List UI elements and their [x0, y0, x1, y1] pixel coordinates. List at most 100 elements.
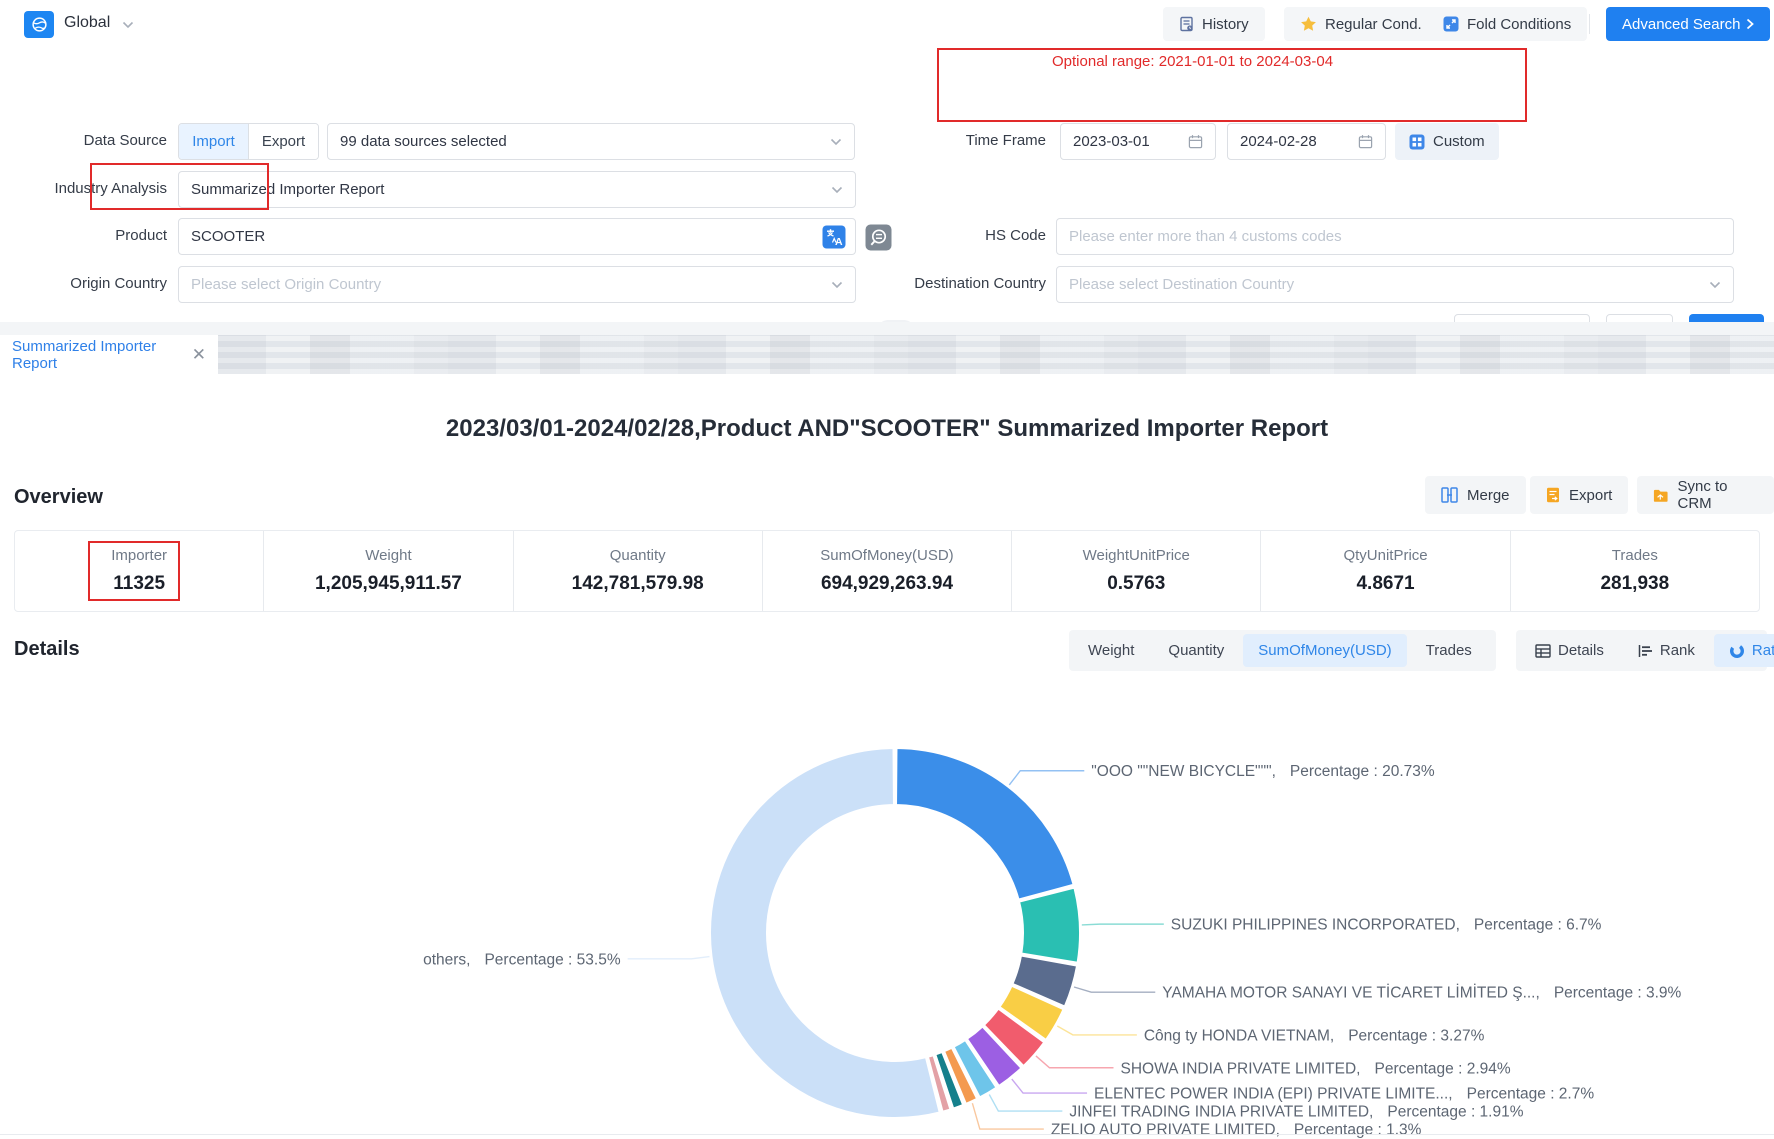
slice-label: others,Percentage : 53.5% — [423, 951, 621, 968]
industry-analysis-select[interactable]: Summarized Importer Report — [178, 171, 856, 208]
stat-label: Importer — [111, 547, 167, 564]
stat-value: 142,781,579.98 — [572, 573, 704, 595]
tab-title: Summarized Importer Report — [12, 338, 182, 372]
region-selector[interactable]: Global — [64, 14, 110, 32]
view-tab-group: Details Rank Ratio — [1516, 630, 1767, 671]
stat-value: 11325 — [113, 573, 165, 595]
slice-label: YAMAHA MOTOR SANAYI VE TİCARET LİMİTED Ş… — [1162, 984, 1681, 1002]
label-leader-line — [1082, 924, 1164, 925]
import-toggle[interactable]: Import — [179, 124, 249, 159]
section-gap — [0, 322, 1774, 335]
toolbar-divider — [1589, 14, 1590, 34]
sync-to-crm-button[interactable]: Sync to CRM — [1637, 476, 1774, 514]
history-button[interactable]: History — [1163, 7, 1265, 41]
label-leader-line — [972, 1103, 1043, 1129]
calendar-icon — [1358, 134, 1373, 149]
history-icon — [1179, 16, 1194, 32]
data-source-label: Data Source — [0, 132, 167, 149]
origin-country-placeholder: Please select Origin Country — [191, 276, 381, 293]
date-from-value: 2023-03-01 — [1073, 133, 1150, 150]
label-leader-line — [1057, 1026, 1137, 1035]
stat-value: 0.5763 — [1107, 573, 1165, 595]
slice-label: JINFEI TRADING INDIA PRIVATE LIMITED,Per… — [1069, 1104, 1523, 1121]
custom-range-button[interactable]: Custom — [1395, 123, 1499, 160]
hs-code-input[interactable] — [1056, 218, 1734, 255]
product-input[interactable] — [178, 218, 856, 255]
label-leader-line — [1036, 1056, 1114, 1068]
regular-cond-label: Regular Cond. — [1325, 16, 1422, 33]
crm-folder-icon — [1653, 488, 1668, 503]
date-from-field[interactable]: 2023-03-01 — [1060, 123, 1216, 160]
chevron-down-icon — [830, 138, 842, 146]
tab-rank-view[interactable]: Rank — [1623, 634, 1710, 667]
stat-label: Weight — [365, 547, 411, 564]
merge-button[interactable]: Merge — [1425, 476, 1526, 514]
stat-qty-unit-price: QtyUnitPrice4.8671 — [1261, 531, 1510, 611]
stat-value: 4.8671 — [1356, 573, 1414, 595]
tab-details-view[interactable]: Details — [1520, 634, 1619, 667]
report-title: 2023/03/01-2024/02/28,Product AND"SCOOTE… — [0, 415, 1774, 443]
origin-country-select[interactable]: Please select Origin Country — [178, 266, 856, 303]
slice-label: Công ty HONDA VIETNAM,Percentage : 3.27% — [1144, 1027, 1485, 1044]
custom-label: Custom — [1433, 133, 1485, 150]
tab-quantity[interactable]: Quantity — [1153, 634, 1239, 667]
tab-trades[interactable]: Trades — [1411, 634, 1487, 667]
date-to-value: 2024-02-28 — [1240, 133, 1317, 150]
translate-icon[interactable]: A — [822, 225, 846, 249]
label-leader-line — [1074, 987, 1155, 992]
data-source-toggle: Import Export — [178, 123, 319, 160]
label-leader-line — [1012, 1079, 1087, 1093]
chevron-down-icon[interactable] — [122, 21, 134, 29]
tab-sum-of-money[interactable]: SumOfMoney(USD) — [1243, 634, 1406, 667]
stat-label: WeightUnitPrice — [1083, 547, 1190, 564]
merge-icon — [1441, 487, 1458, 503]
stat-sum-of-money: SumOfMoney(USD)694,929,263.94 — [763, 531, 1012, 611]
stat-label: Quantity — [610, 547, 666, 564]
tab-ratio-view[interactable]: Ratio — [1714, 634, 1774, 667]
regular-cond-button[interactable]: Regular Cond. — [1284, 7, 1438, 41]
fold-conditions-button[interactable]: Fold Conditions — [1427, 7, 1587, 41]
data-sources-select[interactable]: 99 data sources selected — [327, 123, 855, 160]
slice-label: ZELIO AUTO PRIVATE LIMITED,Percentage : … — [1051, 1122, 1422, 1139]
history-label: History — [1202, 16, 1249, 33]
stat-label: SumOfMoney(USD) — [820, 547, 953, 564]
pie-slice[interactable] — [1019, 888, 1080, 963]
advanced-search-button[interactable]: Advanced Search — [1606, 7, 1770, 41]
export-button[interactable]: Export — [1530, 476, 1628, 514]
date-to-field[interactable]: 2024-02-28 — [1227, 123, 1386, 160]
details-heading: Details — [14, 638, 80, 661]
table-icon — [1535, 644, 1551, 658]
sync-to-crm-label: Sync to CRM — [1677, 478, 1758, 512]
tab-weight[interactable]: Weight — [1073, 634, 1149, 667]
export-toggle[interactable]: Export — [249, 124, 318, 159]
overview-heading: Overview — [14, 486, 103, 509]
stat-quantity: Quantity 142,781,579.98 — [514, 531, 763, 611]
stat-weight: Weight 1,205,945,911.57 — [264, 531, 513, 611]
pie-chart-icon — [1729, 643, 1745, 659]
tab-summarized-importer-report[interactable]: Summarized Importer Report ✕ — [0, 335, 218, 374]
advanced-search-label: Advanced Search — [1622, 16, 1740, 33]
slice-label: "OOO ""NEW BICYCLE""",Percentage : 20.73… — [1091, 763, 1435, 780]
redacted-tabs-area — [218, 335, 1774, 374]
destination-country-label: Destination Country — [846, 275, 1046, 292]
chevron-down-icon — [831, 186, 843, 194]
top-bar: Global History Regular Cond. Fold Condit… — [0, 0, 1774, 49]
tab-label: Rank — [1660, 642, 1695, 659]
chevron-down-icon — [831, 281, 843, 289]
close-tab-icon[interactable]: ✕ — [192, 346, 206, 363]
label-leader-line — [989, 1094, 1062, 1111]
origin-country-label: Origin Country — [0, 275, 167, 292]
export-file-icon — [1546, 487, 1560, 503]
star-icon — [1300, 16, 1317, 32]
optional-range-note: Optional range: 2021-01-01 to 2024-03-04 — [1052, 53, 1333, 70]
stat-label: Trades — [1612, 547, 1658, 564]
data-sources-value: 99 data sources selected — [340, 133, 507, 150]
search-form: Data Source Import Export 99 data source… — [0, 48, 1774, 322]
tab-label: Ratio — [1752, 642, 1774, 659]
slice-label: SUZUKI PHILIPPINES INCORPORATED,Percenta… — [1171, 917, 1602, 934]
stat-value: 1,205,945,911.57 — [315, 573, 462, 595]
destination-country-select[interactable]: Please select Destination Country — [1056, 266, 1734, 303]
stat-weight-unit-price: WeightUnitPrice 0.5763 — [1012, 531, 1261, 611]
fold-conditions-label: Fold Conditions — [1467, 16, 1571, 33]
report-content: 2023/03/01-2024/02/28,Product AND"SCOOTE… — [0, 374, 1774, 1139]
